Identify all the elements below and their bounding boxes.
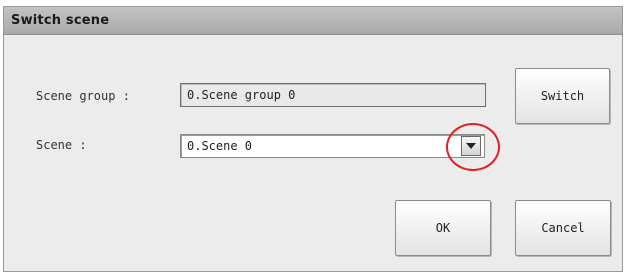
cancel-button[interactable]: Cancel bbox=[515, 200, 611, 256]
scene-select[interactable]: 0.Scene 0 bbox=[180, 134, 485, 158]
scene-group-field: 0.Scene group 0 bbox=[180, 83, 486, 107]
scene-group-label: Scene group : bbox=[36, 89, 130, 103]
dialog-title: Switch scene bbox=[11, 13, 110, 28]
scene-label: Scene : bbox=[36, 138, 87, 152]
dialog-titlebar: Switch scene bbox=[4, 7, 622, 35]
ok-button[interactable]: OK bbox=[395, 200, 491, 256]
dropdown-highlight-circle bbox=[446, 123, 500, 171]
switch-button[interactable]: Switch bbox=[515, 68, 610, 124]
